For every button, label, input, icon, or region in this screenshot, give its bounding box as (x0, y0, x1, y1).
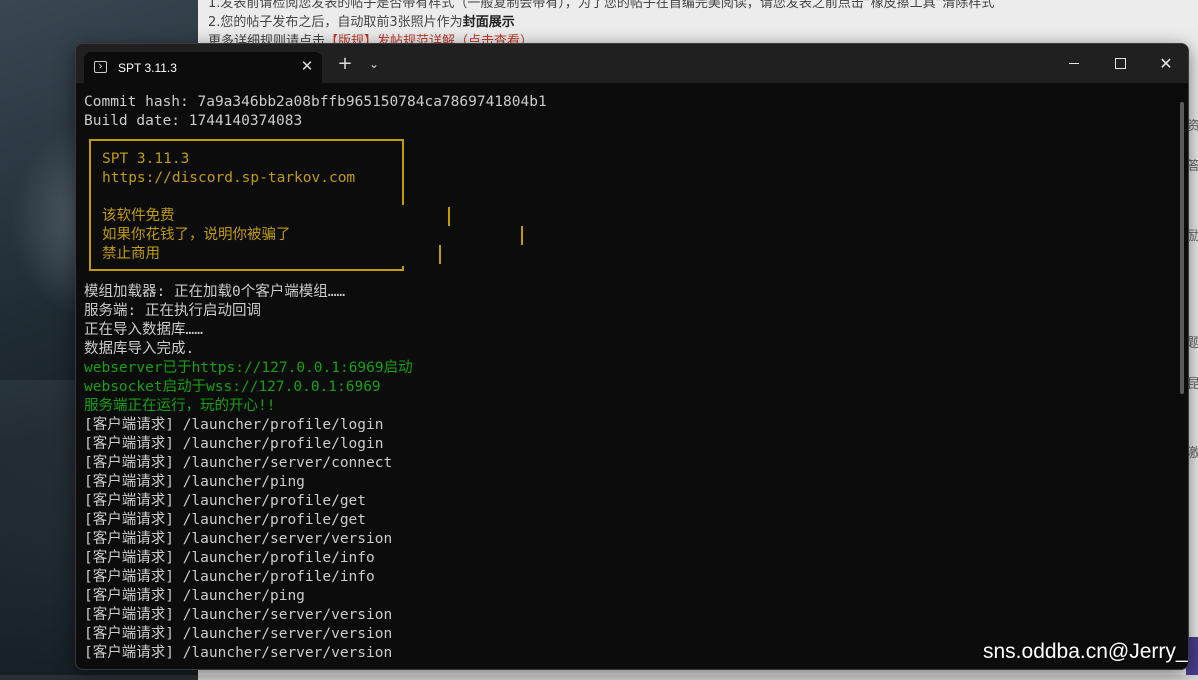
request-line: [客户端请求] /launcher/server/version (84, 645, 393, 661)
maximize-icon (1114, 57, 1126, 69)
title-bar[interactable]: SPT 3.11.3 ✕ + ⌄ ✕ (76, 44, 1188, 83)
log-line: 服务端: 正在执行启动回调 (84, 303, 261, 319)
banner-discord-url: https://discord.sp-tarkov.com (102, 170, 356, 186)
scrollbar[interactable] (1180, 102, 1184, 394)
request-line: [客户端请求] /launcher/profile/login (84, 436, 384, 452)
forum-rule-bold: 封面展示 (462, 15, 515, 30)
terminal-icon (94, 61, 107, 73)
maximize-button[interactable] (1097, 44, 1143, 83)
log-line-success: 服务端正在运行，玩的开心!! (84, 398, 276, 414)
banner-border (439, 245, 441, 264)
tab-close-icon[interactable]: ✕ (298, 57, 316, 75)
banner-commercial-notice: 禁止商用 (102, 246, 160, 262)
forum-rule-text: 2.您的帖子发布之后，自动取前3张照片作为 (208, 15, 463, 30)
terminal-window: SPT 3.11.3 ✕ + ⌄ ✕ Commit hash: 7a9a346b… (75, 43, 1189, 670)
banner-scam-notice: 如果你花钱了，说明你被骗了 (102, 227, 291, 243)
request-line: [客户端请求] /launcher/profile/get (84, 512, 367, 528)
commit-hash-line: Commit hash: 7a9a346bb2a08bffb965150784c… (84, 94, 547, 110)
minimize-button[interactable] (1051, 44, 1097, 83)
request-line: [客户端请求] /launcher/profile/info (84, 550, 375, 566)
log-line-success: websocket启动于wss://127.0.0.1:6969 (84, 379, 381, 395)
request-line: [客户端请求] /launcher/ping (84, 474, 305, 490)
banner-border (402, 266, 404, 271)
banner-border (521, 226, 523, 245)
forum-rule-line-1: 1.发表前请检阅您发表的帖子是否带有样式（一般复制会带有），为了您的帖子在首编完… (208, 0, 995, 11)
banner-free-notice: 该软件免费 (102, 208, 175, 224)
log-line: 模组加载器: 正在加载0个客户端模组…… (84, 284, 346, 300)
build-date-line: Build date: 1744140374083 (84, 113, 303, 129)
chevron-down-icon[interactable]: ⌄ (364, 54, 384, 74)
banner-border (402, 139, 404, 205)
tab-title: SPT 3.11.3 (118, 61, 177, 75)
request-line: [客户端请求] /launcher/ping (84, 588, 305, 604)
request-line: [客户端请求] /launcher/profile/login (84, 417, 384, 433)
forum-rule-line-2: 2.您的帖子发布之后，自动取前3张照片作为封面展示 (208, 11, 515, 30)
request-line: [客户端请求] /launcher/server/version (84, 626, 393, 642)
banner-border (448, 207, 450, 226)
request-line: [客户端请求] /launcher/server/version (84, 607, 393, 623)
console-output[interactable]: Commit hash: 7a9a346bb2a08bffb965150784c… (84, 93, 1174, 663)
log-line: 数据库导入完成. (84, 341, 195, 357)
new-tab-button[interactable]: + (334, 54, 356, 74)
watermark: sns.oddba.cn@Jerry_ (983, 640, 1188, 663)
request-line: [客户端请求] /launcher/profile/info (84, 569, 375, 585)
request-line: [客户端请求] /launcher/server/version (84, 531, 393, 547)
tab-spt[interactable]: SPT 3.11.3 ✕ (84, 52, 322, 83)
log-line-success: webserver已于https://127.0.0.1:6969启动 (84, 360, 413, 376)
request-line: [客户端请求] /launcher/server/connect (84, 455, 393, 471)
minimize-icon (1069, 62, 1079, 64)
log-line: 正在导入数据库…… (84, 322, 203, 338)
request-line: [客户端请求] /launcher/profile/get (84, 493, 367, 509)
close-button[interactable]: ✕ (1143, 44, 1188, 83)
banner-version: SPT 3.11.3 (102, 151, 190, 167)
